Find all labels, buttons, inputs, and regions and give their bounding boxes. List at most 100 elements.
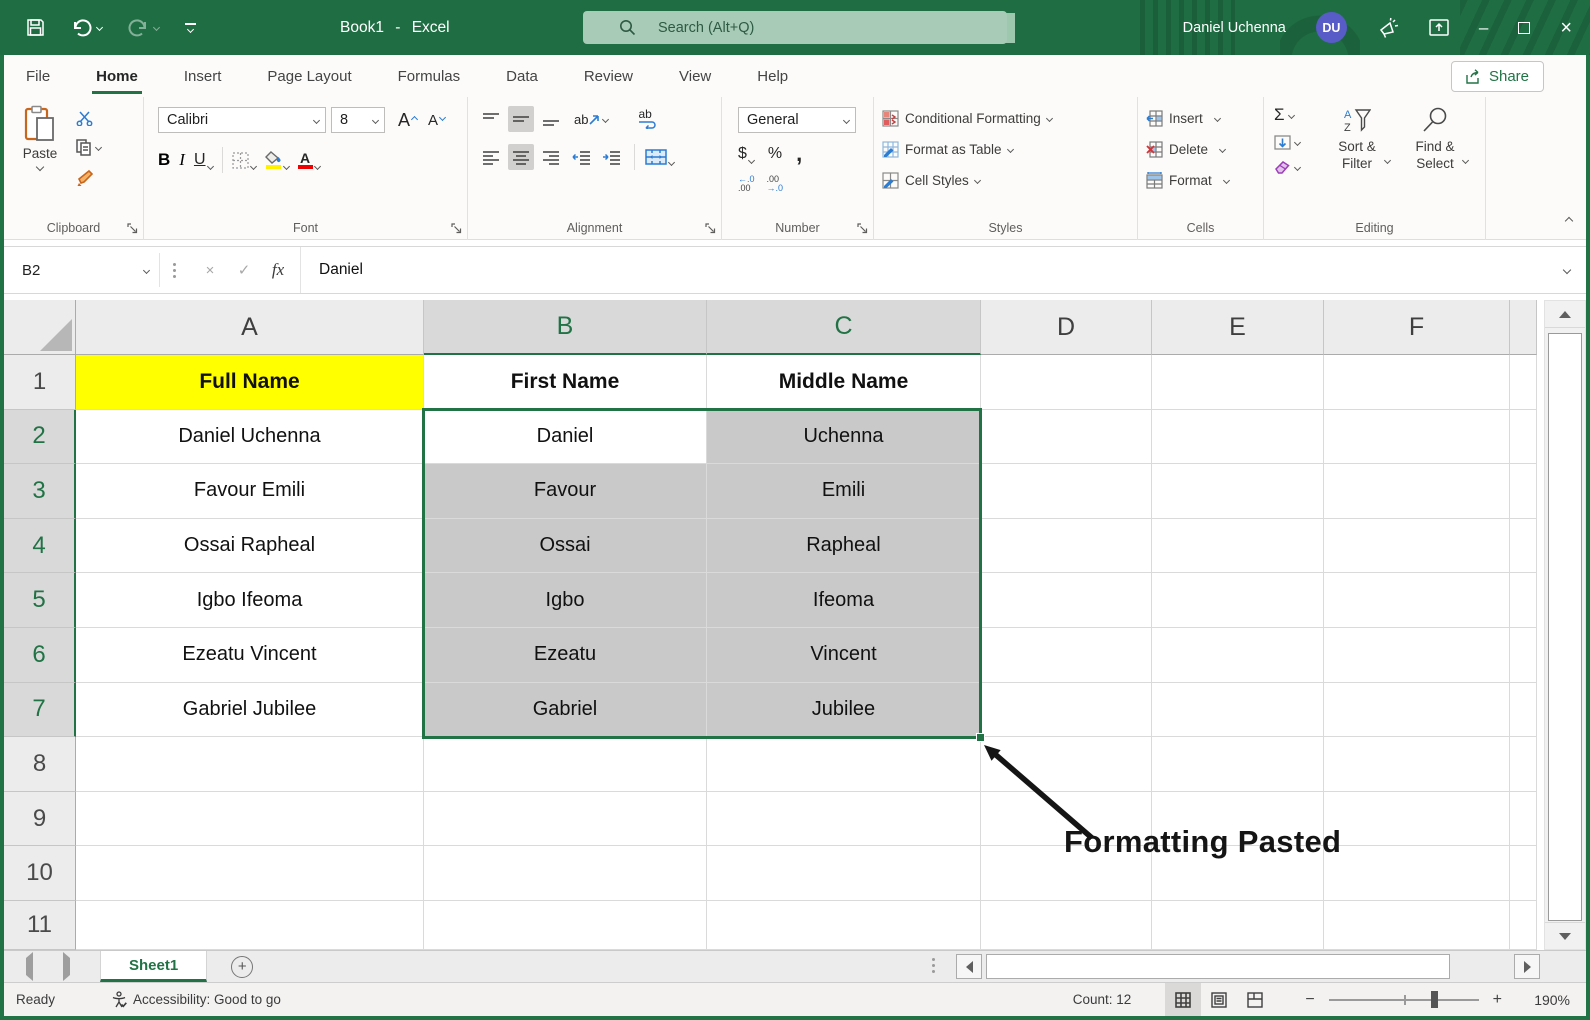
tab-view[interactable]: View	[677, 64, 713, 89]
align-right-button[interactable]	[538, 144, 564, 170]
tab-data[interactable]: Data	[504, 64, 540, 89]
cell-F8[interactable]	[1324, 737, 1510, 792]
select-all-corner[interactable]	[4, 300, 76, 355]
cell-partial-2[interactable]	[1510, 410, 1537, 465]
font-size-select[interactable]: 8	[331, 107, 385, 133]
tab-file[interactable]: File	[24, 64, 52, 89]
paste-button[interactable]: Paste	[12, 105, 68, 170]
scroll-up-button[interactable]	[1545, 301, 1585, 328]
sheet-nav-left-button[interactable]	[26, 958, 33, 976]
decrease-indent-button[interactable]	[568, 144, 594, 170]
accounting-format-button[interactable]: $	[738, 145, 754, 163]
tab-insert[interactable]: Insert	[182, 64, 224, 89]
tab-home[interactable]: Home	[94, 64, 140, 89]
feedback-button[interactable]	[1377, 17, 1399, 39]
tab-help[interactable]: Help	[755, 64, 790, 89]
cell-D11[interactable]	[981, 901, 1152, 950]
qat-customize-button[interactable]	[185, 23, 196, 32]
cell-partial-11[interactable]	[1510, 901, 1537, 950]
cell-D2[interactable]	[981, 410, 1152, 465]
cell-E5[interactable]	[1152, 573, 1324, 628]
horizontal-scroll-thumb[interactable]	[986, 954, 1450, 979]
cell-B9[interactable]	[424, 792, 707, 847]
format-as-table-button[interactable]: Format as Table	[874, 134, 1013, 165]
column-header-f[interactable]: F	[1324, 300, 1510, 355]
column-header-c[interactable]: C	[707, 300, 981, 355]
cell-B4[interactable]: Ossai	[424, 519, 707, 574]
cell-E11[interactable]	[1152, 901, 1324, 950]
column-header-partial[interactable]	[1510, 300, 1537, 355]
user-name[interactable]: Daniel Uchenna	[1183, 20, 1286, 36]
share-button[interactable]: Share	[1451, 61, 1544, 92]
cell-B2[interactable]: Daniel	[424, 410, 707, 465]
cell-A11[interactable]	[76, 901, 424, 950]
close-button[interactable]: ×	[1560, 18, 1572, 38]
vertical-scroll-thumb[interactable]	[1548, 333, 1582, 921]
cell-E7[interactable]	[1152, 683, 1324, 738]
increase-decimal-button[interactable]: ←.0.00	[738, 175, 755, 193]
cell-A10[interactable]	[76, 846, 424, 901]
conditional-formatting-button[interactable]: Conditional Formatting	[874, 103, 1052, 134]
align-center-button[interactable]	[508, 144, 534, 170]
formula-bar-grip[interactable]	[160, 263, 188, 278]
row-header-5[interactable]: 5	[4, 573, 76, 628]
cell-partial-8[interactable]	[1510, 737, 1537, 792]
column-header-d[interactable]: D	[981, 300, 1152, 355]
row-header-3[interactable]: 3	[4, 464, 76, 519]
merge-center-button[interactable]	[645, 149, 674, 165]
insert-cells-button[interactable]: Insert	[1138, 103, 1220, 134]
underline-button[interactable]: U	[194, 151, 213, 169]
cell-A3[interactable]: Favour Emili	[76, 464, 424, 519]
tab-page-layout[interactable]: Page Layout	[265, 64, 353, 89]
cell-F6[interactable]	[1324, 628, 1510, 683]
normal-view-button[interactable]	[1165, 983, 1201, 1016]
cell-A9[interactable]	[76, 792, 424, 847]
cell-D4[interactable]	[981, 519, 1152, 574]
orientation-button[interactable]: ab	[574, 112, 608, 127]
column-header-e[interactable]: E	[1152, 300, 1324, 355]
cell-partial-9[interactable]	[1510, 792, 1537, 847]
cell-C11[interactable]	[707, 901, 981, 950]
cell-C3[interactable]: Emili	[707, 464, 981, 519]
cell-F3[interactable]	[1324, 464, 1510, 519]
cell-F10[interactable]	[1324, 846, 1510, 901]
cell-B6[interactable]: Ezeatu	[424, 628, 707, 683]
name-box[interactable]: B2	[8, 253, 160, 287]
ribbon-display-options-button[interactable]	[1429, 19, 1449, 36]
accessibility-status[interactable]: Accessibility: Good to go	[111, 991, 281, 1008]
collapse-ribbon-button[interactable]	[1566, 211, 1572, 229]
insert-function-button[interactable]: fx	[262, 255, 294, 285]
row-header-10[interactable]: 10	[4, 846, 76, 901]
cut-button[interactable]	[76, 111, 101, 126]
align-left-button[interactable]	[478, 144, 504, 170]
format-painter-button[interactable]	[76, 169, 101, 187]
autosum-button[interactable]: Σ	[1274, 105, 1300, 125]
wrap-text-button[interactable]: ab	[638, 109, 658, 129]
cell-F5[interactable]	[1324, 573, 1510, 628]
page-break-preview-button[interactable]	[1237, 983, 1273, 1016]
italic-button[interactable]: I	[179, 150, 185, 170]
cell-styles-button[interactable]: Cell Styles	[874, 165, 980, 196]
cell-E1[interactable]	[1152, 355, 1324, 410]
scroll-right-button[interactable]	[1514, 954, 1540, 979]
font-name-select[interactable]: Calibri	[158, 107, 326, 133]
cell-F11[interactable]	[1324, 901, 1510, 950]
increase-indent-button[interactable]	[598, 144, 624, 170]
clipboard-dialog-launcher[interactable]	[127, 223, 138, 234]
clear-button[interactable]	[1274, 160, 1300, 174]
redo-button[interactable]	[128, 18, 159, 37]
row-header-2[interactable]: 2	[4, 410, 76, 465]
cell-B8[interactable]	[424, 737, 707, 792]
percent-style-button[interactable]: %	[768, 145, 782, 163]
new-sheet-button[interactable]: +	[231, 956, 253, 978]
cell-E3[interactable]	[1152, 464, 1324, 519]
cell-partial-6[interactable]	[1510, 628, 1537, 683]
expand-formula-bar-icon[interactable]	[1563, 266, 1571, 274]
zoom-out-button[interactable]: −	[1299, 991, 1320, 1009]
cell-B3[interactable]: Favour	[424, 464, 707, 519]
tab-review[interactable]: Review	[582, 64, 635, 89]
increase-font-size-button[interactable]: A	[398, 110, 417, 131]
enter-button[interactable]: ✓	[228, 255, 260, 285]
cell-C5[interactable]: Ifeoma	[707, 573, 981, 628]
number-dialog-launcher[interactable]	[857, 223, 868, 234]
